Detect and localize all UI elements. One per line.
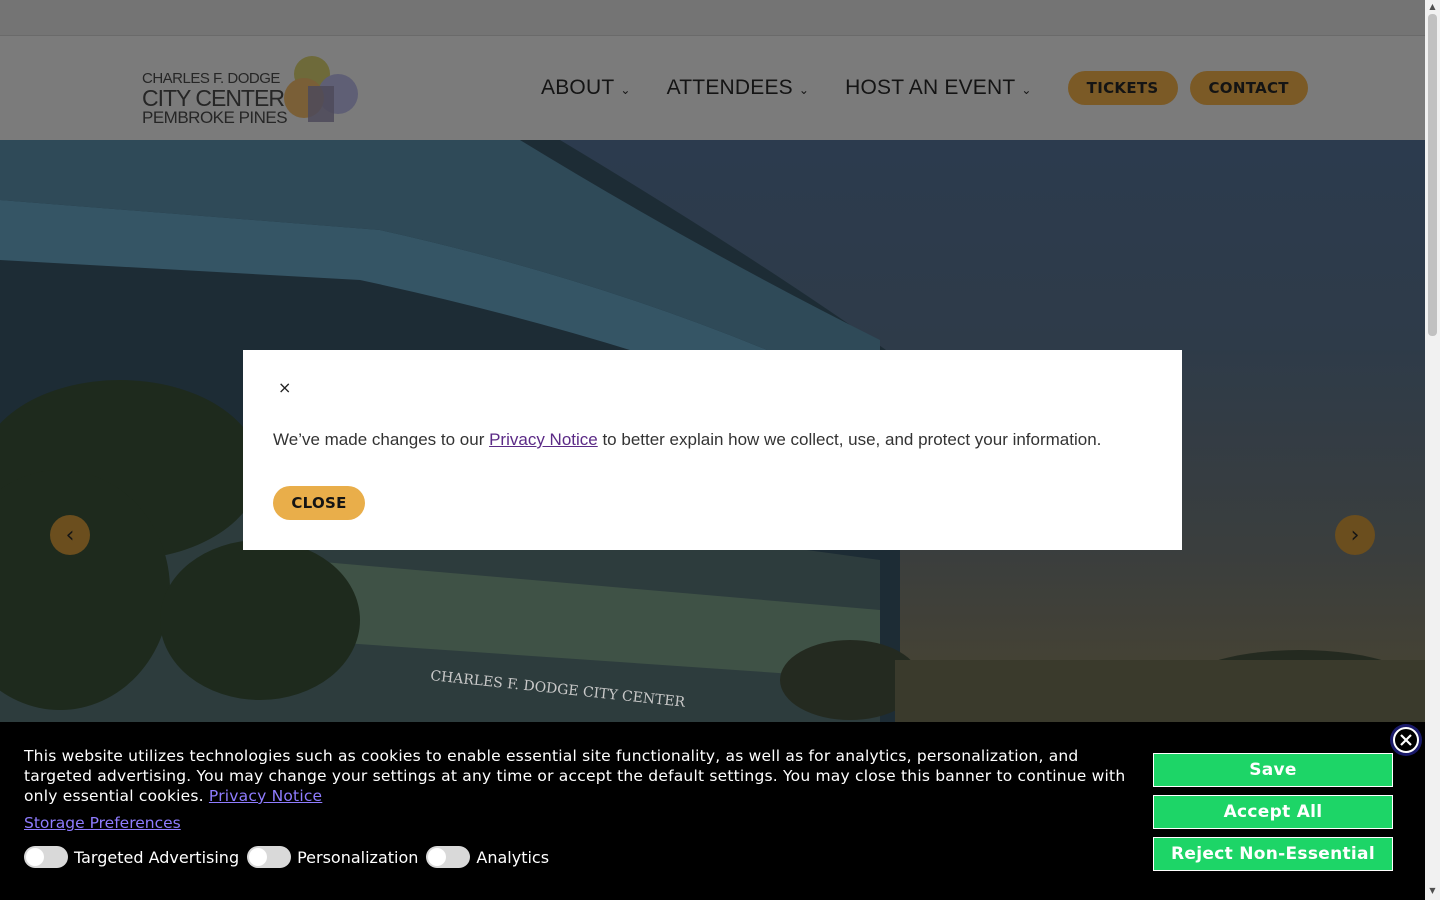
main-nav: ABOUT ⌄ ATTENDEES ⌄ HOST AN EVENT ⌄ TICK… [541, 71, 1320, 105]
logo-text: CHARLES F. DODGE CITY CENTER PEMBROKE PI… [142, 70, 288, 127]
logo-line-2: CITY CENTER [142, 85, 285, 111]
scroll-up-icon[interactable]: ▲ [1428, 2, 1437, 12]
nav-attendees[interactable]: ATTENDEES ⌄ [667, 76, 810, 100]
banner-close-button[interactable] [1390, 724, 1422, 756]
nav-about[interactable]: ABOUT ⌄ [541, 76, 631, 100]
banner-privacy-link[interactable]: Privacy Notice [209, 787, 322, 805]
privacy-update-modal [243, 350, 1182, 550]
accept-all-button[interactable]: Accept All [1153, 795, 1393, 829]
toggle-targeted-advertising: Targeted Advertising [24, 846, 239, 868]
save-button[interactable]: Save [1153, 753, 1393, 787]
analytics-switch[interactable] [426, 846, 471, 868]
carousel-next-button[interactable]: › [1335, 515, 1375, 555]
reject-non-essential-button[interactable]: Reject Non-Essential [1153, 837, 1393, 871]
toggle-label: Targeted Advertising [74, 847, 240, 867]
toggle-label: Analytics [476, 847, 550, 867]
personalization-switch[interactable] [247, 846, 292, 868]
modal-close-button[interactable]: CLOSE [273, 486, 365, 520]
consent-toggles: Targeted Advertising Personalization Ana… [24, 846, 557, 868]
scroll-thumb[interactable] [1428, 14, 1437, 336]
site-logo[interactable]: CHARLES F. DODGE CITY CENTER PEMBROKE PI… [142, 52, 362, 126]
nav-host-an-event[interactable]: HOST AN EVENT ⌄ [845, 76, 1032, 100]
chevron-down-icon: ⌄ [798, 83, 810, 97]
toggle-analytics: Analytics [426, 846, 549, 868]
modal-text-after: to better explain how we collect, use, a… [597, 430, 1102, 449]
carousel-prev-button[interactable]: ‹ [50, 515, 90, 555]
logo-mark-icon [284, 56, 358, 122]
scroll-down-icon[interactable]: ▼ [1428, 886, 1437, 896]
nav-attendees-label: ATTENDEES [666, 76, 793, 99]
tickets-button[interactable]: TICKETS [1067, 71, 1178, 105]
site-header: CHARLES F. DODGE CITY CENTER PEMBROKE PI… [0, 36, 1425, 140]
banner-message: This website utilizes technologies such … [24, 747, 1126, 805]
modal-close-icon[interactable]: × [278, 378, 292, 398]
nav-about-label: ABOUT [541, 76, 615, 99]
modal-text-before: We’ve made changes to our [273, 430, 490, 449]
storage-preferences-link[interactable]: Storage Preferences [24, 814, 181, 832]
contact-button[interactable]: CONTACT [1189, 71, 1308, 105]
targeted-advertising-switch[interactable] [24, 846, 68, 868]
logo-line-3: PEMBROKE PINES [142, 108, 288, 127]
modal-privacy-link[interactable]: Privacy Notice [489, 430, 598, 449]
chevron-down-icon: ⌄ [1021, 83, 1032, 97]
toggle-label: Personalization [297, 847, 419, 867]
close-icon [1393, 727, 1419, 753]
toggle-personalization: Personalization [247, 846, 418, 868]
chevron-down-icon: ⌄ [620, 83, 631, 97]
page-scrollbar[interactable]: ▲ ▼ [1425, 0, 1440, 900]
nav-host-label: HOST AN EVENT [845, 76, 1016, 99]
modal-message: We’ve made changes to our Privacy Notice… [273, 430, 1101, 450]
cookie-banner: This website utilizes technologies such … [0, 722, 1425, 900]
top-strip [0, 0, 1425, 36]
cookie-banner-text: This website utilizes technologies such … [24, 746, 1139, 806]
